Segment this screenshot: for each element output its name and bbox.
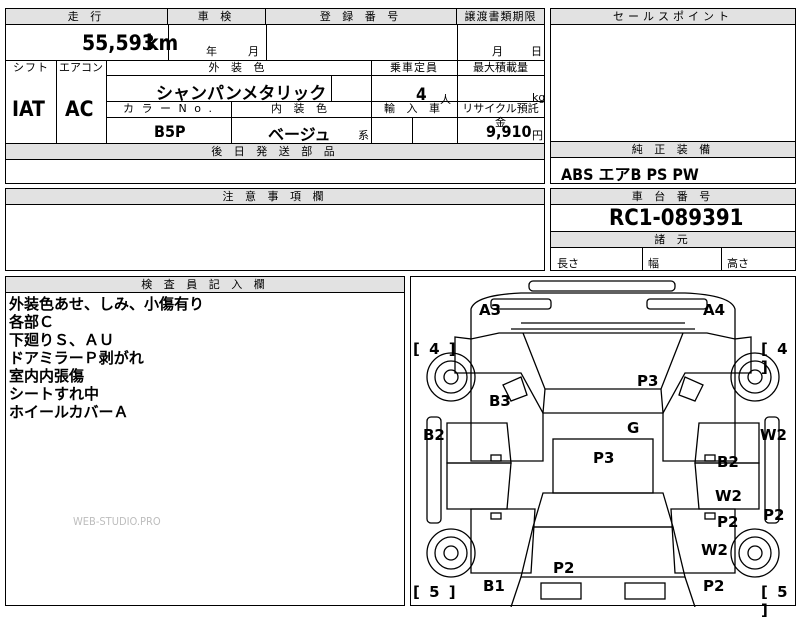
interior-color-label: 内 装 色 [271, 102, 331, 115]
ac-value: AC [65, 97, 94, 121]
inspector-remarks-header: 検 査 員 記 入 欄 [6, 277, 404, 293]
mark-p2-right-lower: P2 [717, 513, 739, 531]
mark-p2-center: P2 [553, 559, 575, 577]
mark-b1: B1 [483, 577, 505, 595]
remark-line: 下廻りＳ、ＡＵ [9, 331, 115, 349]
capacity-label: 乗車定員 [390, 61, 438, 74]
transfer-day-label: 日 [531, 45, 542, 58]
remark-line: シートすれ中 [9, 385, 100, 403]
shift-value: IAT [12, 97, 45, 121]
mileage-header: 走 行 [6, 9, 168, 25]
import-label: 輸 入 車 [384, 102, 444, 115]
equipment-panel: 純 正 装 備 ABS エアB PS PW [550, 141, 796, 184]
bracket-bottom-right: [ 5 ] [761, 583, 790, 619]
mark-b2-left: B2 [423, 426, 445, 444]
car-body-diagram [426, 280, 780, 607]
remark-line: ホイールカバーＡ [9, 403, 129, 421]
color-no-label: カ ラ ー N o . [123, 102, 214, 115]
mark-a4: A4 [703, 301, 726, 319]
transfer-month-label: 月 [492, 45, 503, 58]
mileage-value: 55,593 [82, 31, 155, 55]
registration-header: 登 録 番 号 [266, 9, 457, 25]
remark-line: ドアミラーＰ剥がれ [9, 349, 144, 367]
interior-suffix: 系 [358, 129, 369, 142]
vehicle-info-table: 走 行 車 検 登 録 番 号 譲渡書類期限 55,593 km 年 月 月 日… [5, 8, 545, 184]
remark-line: 室内内張傷 [9, 367, 85, 385]
inspection-month-label: 月 [248, 45, 259, 58]
spec-header: 諸 元 [551, 232, 795, 248]
bracket-top-right: [ 4 ] [761, 340, 790, 376]
recycle-deposit-unit: 円 [532, 129, 543, 142]
chassis-number-value: RC1-089391 [609, 206, 744, 231]
sales-point-header: セールスポイント [551, 9, 795, 25]
inspection-header: 車 検 [168, 9, 266, 25]
inspection-year-label: 年 [206, 45, 217, 58]
remark-line: 各部Ｃ [9, 313, 55, 331]
remark-line: 外装色あせ、しみ、小傷有り [9, 295, 205, 313]
mark-p3-center: P3 [593, 449, 615, 467]
mark-b2-right: B2 [717, 453, 739, 471]
mark-w2-lower: W2 [701, 541, 728, 559]
mark-a3: A3 [479, 301, 502, 319]
mark-p2-right: P2 [763, 506, 785, 524]
interior-color-value: ベージュ [268, 125, 331, 144]
mark-w2-mid: W2 [715, 487, 742, 505]
equipment-header: 純 正 装 備 [551, 142, 795, 158]
color-no-value: B5P [154, 122, 186, 141]
chassis-panel: 車 台 番 号 RC1-089391 諸 元 長さ 幅 高さ [550, 188, 796, 271]
recycle-deposit-value: 9,910 [486, 122, 532, 141]
mileage-unit: km [146, 31, 179, 55]
damage-diagram-panel: A3 A4 [ 4 ] [ 4 ] P3 B3 G B2 W2 P3 B2 W2… [410, 276, 796, 619]
mark-w2-right: W2 [760, 426, 787, 444]
inspector-remarks-panel: 検 査 員 記 入 欄 外装色あせ、しみ、小傷有り 各部Ｃ 下廻りＳ、ＡＵ ドア… [5, 276, 405, 606]
sales-point-panel: セールスポイント [550, 8, 796, 142]
mark-b3: B3 [489, 392, 511, 410]
shift-label: シフト [13, 61, 49, 74]
mark-p3-top: P3 [637, 372, 659, 390]
mark-g: G [627, 419, 640, 437]
width-label: 幅 [648, 257, 659, 270]
notes-panel: 注 意 事 項 欄 [5, 188, 545, 271]
watermark: WEB-STUDIO.PRO [73, 515, 161, 528]
equipment-value: ABS エアB PS PW [561, 165, 699, 184]
notes-header: 注 意 事 項 欄 [6, 189, 544, 205]
inspector-remarks-list: 外装色あせ、しみ、小傷有り 各部Ｃ 下廻りＳ、ＡＵ ドアミラーＰ剥がれ 室内内張… [9, 295, 204, 421]
bracket-bottom-left: [ 5 ] [413, 583, 458, 601]
max-load-label: 最大積載量 [473, 61, 528, 74]
length-label: 長さ [557, 257, 579, 270]
transfer-deadline-header: 譲渡書類期限 [457, 9, 544, 25]
bracket-top-left: [ 4 ] [413, 340, 458, 358]
exterior-color-label: 外 装 色 [208, 61, 269, 74]
ac-label: エアコン [59, 61, 103, 74]
height-label: 高さ [727, 257, 749, 270]
mark-p2-bottom: P2 [703, 577, 725, 595]
later-parts-header: 後 日 発 送 部 品 [6, 144, 544, 160]
chassis-number-header: 車 台 番 号 [551, 189, 795, 205]
